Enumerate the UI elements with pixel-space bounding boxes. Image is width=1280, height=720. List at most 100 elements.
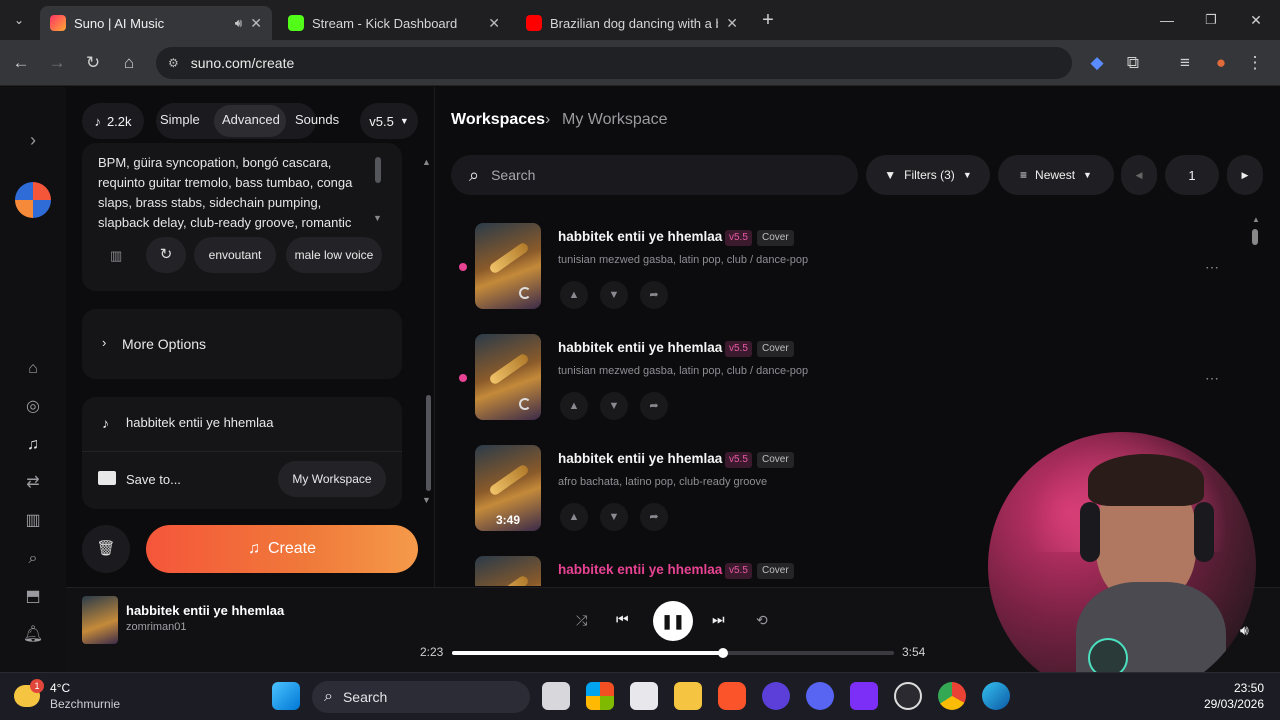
- progress-knob[interactable]: [717, 648, 728, 658]
- repeat-icon[interactable]: ⟲: [756, 612, 768, 629]
- tab-youtube[interactable]: Brazilian dog dancing with a bo ✕: [516, 6, 748, 40]
- now-playing-artist[interactable]: zomriman01: [126, 621, 187, 633]
- style-tag-chip[interactable]: male low voice: [286, 237, 382, 273]
- tab-simple[interactable]: Simple: [160, 112, 200, 127]
- studio-icon[interactable]: ⇄: [22, 472, 44, 494]
- library-icon[interactable]: ▥: [22, 510, 44, 532]
- song-thumbnail[interactable]: [475, 556, 541, 586]
- ms-store-icon[interactable]: [586, 682, 614, 710]
- extensions-puzzle-icon[interactable]: ⧉: [1122, 52, 1144, 74]
- extension-shield-icon[interactable]: ◆: [1086, 52, 1108, 74]
- dislike-thumbs-down-icon[interactable]: ▼: [600, 392, 628, 420]
- home-nav-icon[interactable]: ⌂: [22, 358, 44, 380]
- suno-logo-icon[interactable]: [15, 182, 51, 218]
- song-thumbnail[interactable]: 3:49: [475, 445, 541, 531]
- task-view-icon[interactable]: [542, 682, 570, 710]
- library-tags-icon[interactable]: ▥: [110, 248, 122, 264]
- dislike-thumbs-down-icon[interactable]: ▼: [600, 281, 628, 309]
- workspace-select[interactable]: My Workspace: [278, 461, 386, 497]
- song-thumbnail[interactable]: [475, 223, 541, 309]
- explore-compass-icon[interactable]: ◎: [22, 396, 44, 418]
- obs-studio-icon[interactable]: [894, 682, 922, 710]
- sort-button[interactable]: ≡ Newest ▼: [998, 155, 1114, 195]
- tab-list-dropdown-icon[interactable]: ⌄: [8, 9, 30, 31]
- clock-date[interactable]: 29/03/2026: [1194, 697, 1264, 711]
- close-window-icon[interactable]: ✕: [1245, 9, 1267, 31]
- tab-suno[interactable]: Suno | AI Music 🔊︎ ✕: [40, 6, 272, 40]
- notifications-bell-icon[interactable]: 🔔︎: [22, 624, 44, 646]
- close-tab-icon[interactable]: ✕: [488, 15, 500, 32]
- song-title-input[interactable]: habbitek entii ye hhemlaa: [126, 415, 273, 430]
- share-icon[interactable]: ➦: [640, 281, 668, 309]
- new-tab-button[interactable]: +: [757, 9, 779, 31]
- like-thumbs-up-icon[interactable]: ▲: [560, 281, 588, 309]
- delete-trash-button[interactable]: 🗑︎: [82, 525, 130, 573]
- home-icon[interactable]: ⌂: [118, 52, 140, 74]
- forward-icon[interactable]: →: [46, 52, 68, 74]
- reload-icon[interactable]: ↻: [82, 52, 104, 74]
- song-title[interactable]: habbitek entii ye hhemlaa: [558, 340, 722, 355]
- restore-icon[interactable]: ❐: [1200, 9, 1222, 31]
- tab-kick[interactable]: Stream - Kick Dashboard ✕: [278, 6, 510, 40]
- windows-start-icon[interactable]: [272, 682, 300, 710]
- speaker-icon[interactable]: 🔊︎: [235, 16, 243, 31]
- search-nav-icon[interactable]: ⌕: [22, 548, 44, 570]
- filters-button[interactable]: ▼ Filters (3) ▼: [866, 155, 990, 195]
- song-title[interactable]: habbitek entii ye hhemlaa: [558, 562, 722, 577]
- upgrade-icon[interactable]: ⬒: [22, 586, 44, 608]
- profile-avatar-icon[interactable]: ●: [1210, 52, 1232, 74]
- more-options-card[interactable]: › More Options: [82, 309, 402, 379]
- media-controls-icon[interactable]: ≡: [1174, 52, 1196, 74]
- style-tag-chip[interactable]: envoutant: [194, 237, 276, 273]
- panel-scroll-up-icon[interactable]: ▲: [422, 157, 431, 167]
- share-icon[interactable]: ➦: [640, 503, 668, 531]
- credits-badge[interactable]: ♪ 2.2k: [82, 103, 144, 139]
- dislike-thumbs-down-icon[interactable]: ▼: [600, 503, 628, 531]
- create-music-icon[interactable]: ♫: [22, 434, 44, 456]
- brave-browser-icon[interactable]: [718, 682, 746, 710]
- now-playing-title[interactable]: habbitek entii ye hhemlaa: [126, 603, 284, 618]
- close-tab-icon[interactable]: ✕: [726, 15, 738, 32]
- pause-button[interactable]: ❚❚: [653, 601, 693, 641]
- next-track-icon[interactable]: ⏭︎: [712, 611, 725, 628]
- edge-icon[interactable]: [982, 682, 1010, 710]
- song-title[interactable]: habbitek entii ye hhemlaa: [558, 229, 722, 244]
- chrome-icon[interactable]: [938, 682, 966, 710]
- close-tab-icon[interactable]: ✕: [250, 15, 262, 32]
- more-options-icon[interactable]: ⋯: [1205, 259, 1219, 276]
- file-explorer-icon[interactable]: [674, 682, 702, 710]
- list-scroll-up-icon[interactable]: ▲: [1252, 215, 1260, 224]
- taskbar-search[interactable]: ⌕ Search: [312, 681, 530, 713]
- version-select[interactable]: v5.5 ▼: [360, 103, 418, 139]
- like-thumbs-up-icon[interactable]: ▲: [560, 392, 588, 420]
- song-row[interactable]: habbitek entii ye hhemlaa v5.5 Cover tunisi…: [435, 223, 1245, 323]
- progress-track[interactable]: [452, 648, 894, 658]
- song-title[interactable]: habbitek entii ye hhemlaa: [558, 451, 722, 466]
- previous-track-icon[interactable]: ⏮︎: [616, 611, 629, 628]
- app-b-icon[interactable]: [850, 682, 878, 710]
- song-row[interactable]: habbitek entii ye hhemlaa v5.5 Cover tunisi…: [435, 334, 1245, 434]
- now-playing-thumbnail[interactable]: [82, 596, 118, 644]
- song-thumbnail[interactable]: [475, 334, 541, 420]
- style-scrollbar[interactable]: [375, 157, 381, 183]
- panel-scrollbar[interactable]: [426, 395, 431, 491]
- create-button[interactable]: ♫ Create: [146, 525, 418, 573]
- expand-sidebar-icon[interactable]: ›: [22, 129, 44, 151]
- back-icon[interactable]: ←: [10, 52, 32, 74]
- like-thumbs-up-icon[interactable]: ▲: [560, 503, 588, 531]
- shuffle-tags-button[interactable]: ↻: [146, 237, 186, 273]
- minimize-icon[interactable]: —: [1156, 9, 1178, 31]
- list-scrollbar[interactable]: [1252, 229, 1258, 245]
- tab-sounds[interactable]: Sounds: [295, 112, 339, 127]
- tab-advanced[interactable]: Advanced: [222, 112, 280, 127]
- panel-scroll-down-icon[interactable]: ▼: [422, 495, 431, 505]
- next-page-button[interactable]: ▶: [1227, 155, 1263, 195]
- page-number[interactable]: 1: [1165, 155, 1219, 195]
- discord-icon[interactable]: [806, 682, 834, 710]
- share-icon[interactable]: ➦: [640, 392, 668, 420]
- more-options-icon[interactable]: ⋯: [1205, 370, 1219, 387]
- site-info-icon[interactable]: ⚙︎: [168, 56, 179, 70]
- breadcrumb-workspaces[interactable]: Workspaces: [451, 111, 545, 129]
- address-bar[interactable]: ⚙︎ suno.com/create: [156, 47, 1072, 79]
- app-circle-icon[interactable]: [762, 682, 790, 710]
